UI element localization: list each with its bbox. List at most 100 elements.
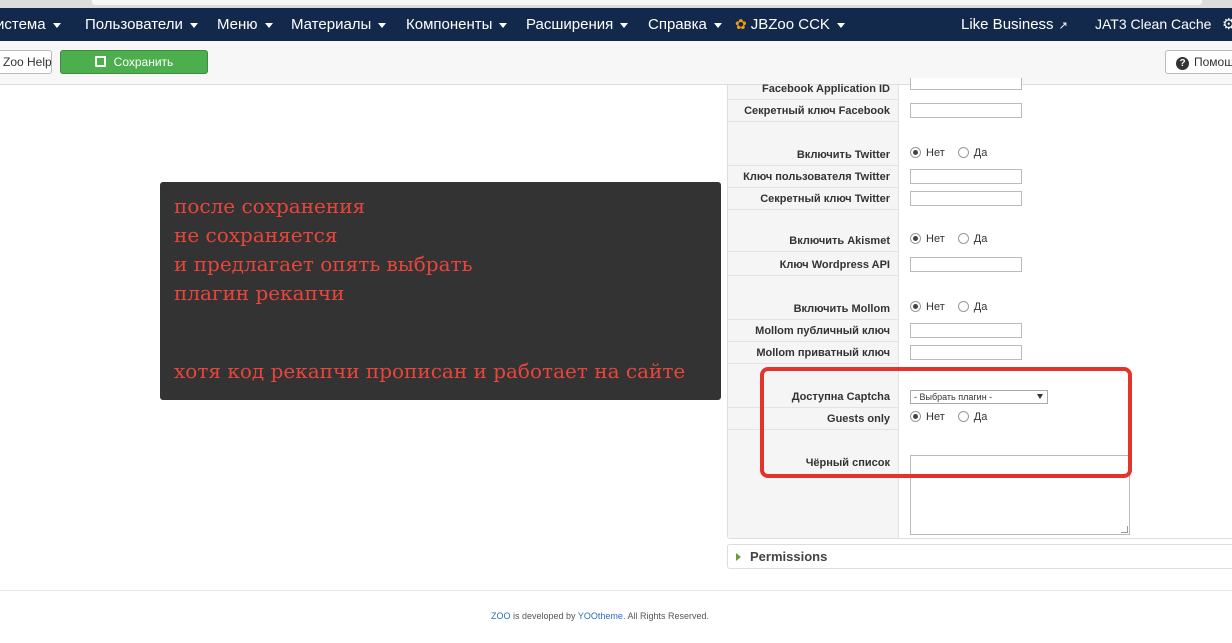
- field-label: Ключ Wordpress API: [779, 259, 890, 271]
- note-line: и предлагает опять выбрать: [174, 252, 473, 276]
- annotation-note: после сохранения не сохраняется и предла…: [160, 182, 721, 400]
- footer-text: is developed by: [510, 611, 578, 621]
- form-row-twitter-enable: Включить Twitter Нет Да: [728, 144, 1232, 166]
- radio-label: Нет: [926, 301, 945, 313]
- nav-menu-help[interactable]: Справка: [648, 8, 722, 41]
- triangle-right-icon: [736, 553, 741, 561]
- radio-label: Да: [973, 233, 988, 245]
- radio-label: Да: [973, 147, 988, 159]
- nav-settings[interactable]: ⚙: [1222, 8, 1232, 41]
- mollom-private-input[interactable]: [910, 345, 1022, 360]
- nav-menu-users[interactable]: Пользователи: [85, 8, 198, 41]
- nav-site-link[interactable]: Like Business ↗: [961, 8, 1068, 41]
- nav-menu-content[interactable]: Материалы: [291, 8, 387, 41]
- note-line: плагин рекапчи: [174, 281, 345, 305]
- address-bar[interactable]: [92, 0, 1202, 5]
- field-label: Facebook Application ID: [762, 83, 890, 95]
- nav-label: Компоненты: [406, 16, 493, 33]
- edit-icon: [94, 56, 106, 67]
- zoo-help-button[interactable]: Zoo Help: [0, 50, 52, 74]
- form-row-twitter-secret: Секретный ключ Twitter: [728, 188, 1232, 210]
- radio-no[interactable]: [910, 301, 921, 312]
- permissions-label: Permissions: [750, 549, 828, 564]
- nav-label: Пользователи: [85, 16, 183, 33]
- facebook-app-id-input[interactable]: [910, 78, 1022, 90]
- question-icon: ?: [1176, 57, 1189, 70]
- nav-label: Расширения: [526, 16, 614, 33]
- nav-label: JAT3 Clean Cache: [1095, 16, 1212, 32]
- save-button[interactable]: Сохранить: [60, 50, 208, 74]
- highlight-rectangle: [760, 367, 1132, 478]
- note-line: хотя код рекапчи прописан и работает на …: [174, 359, 686, 383]
- yootheme-link[interactable]: YOOtheme: [578, 611, 623, 621]
- admin-navbar: истема Пользователи Меню Материалы Компо…: [0, 8, 1232, 41]
- form-row-akismet-enable: Включить Akismet Нет Да: [728, 230, 1232, 252]
- gear-icon: ⚙: [1222, 16, 1232, 33]
- form-row-twitter-user-key: Ключ пользователя Twitter: [728, 166, 1232, 188]
- button-label: Сохранить: [113, 55, 174, 69]
- mollom-radio-group: Нет Да: [910, 296, 997, 318]
- nav-label: Материалы: [291, 16, 372, 33]
- caret-down-icon: [189, 22, 198, 28]
- help-button[interactable]: ? Помощ: [1165, 50, 1232, 74]
- mollom-public-input[interactable]: [910, 323, 1022, 338]
- field-label: Mollom публичный ключ: [755, 325, 890, 337]
- form-row-wordpress-api: Ключ Wordpress API: [728, 254, 1232, 276]
- facebook-secret-input[interactable]: [910, 103, 1022, 118]
- field-label: Ключ пользователя Twitter: [743, 171, 890, 183]
- nav-label: Меню: [217, 16, 258, 33]
- caret-down-icon: [620, 22, 629, 28]
- form-row-facebook-secret: Секретный ключ Facebook: [728, 100, 1232, 122]
- button-label: Помощ: [1194, 55, 1232, 69]
- radio-label: Нет: [926, 233, 945, 245]
- field-label: Включить Twitter: [796, 149, 890, 161]
- resize-handle-icon[interactable]: [1121, 526, 1128, 533]
- button-label: Zoo Help: [3, 55, 52, 69]
- browser-top-strip: [0, 0, 1232, 8]
- radio-label: Да: [973, 301, 988, 313]
- akismet-radio-group: Нет Да: [910, 228, 997, 250]
- permissions-panel-toggle[interactable]: Permissions: [727, 544, 1232, 569]
- nav-menu-menus[interactable]: Меню: [217, 8, 273, 41]
- field-label: Mollom приватный ключ: [756, 347, 890, 359]
- nav-clean-cache[interactable]: JAT3 Clean Cache: [1095, 8, 1211, 41]
- nav-label: Like Business: [961, 16, 1054, 33]
- flame-icon: ✿: [735, 16, 747, 32]
- radio-no[interactable]: [910, 233, 921, 244]
- nav-menu-system[interactable]: истема: [0, 8, 61, 41]
- field-label: Секретный ключ Twitter: [760, 193, 890, 205]
- nav-label: JBZoo CCK: [750, 16, 830, 33]
- form-row-mollom-private: Mollom приватный ключ: [728, 342, 1232, 364]
- note-line: не сохраняется: [174, 223, 338, 247]
- footer-divider: [0, 590, 1232, 591]
- radio-label: Нет: [926, 147, 945, 159]
- nav-menu-jbzoo[interactable]: ✿ JBZoo CCK: [735, 8, 845, 41]
- nav-menu-extensions[interactable]: Расширения: [526, 8, 629, 41]
- caret-down-icon: [499, 22, 508, 28]
- nav-label: Справка: [648, 16, 707, 33]
- nav-menu-components[interactable]: Компоненты: [406, 8, 508, 41]
- radio-no[interactable]: [910, 147, 921, 158]
- twitter-user-key-input[interactable]: [910, 169, 1022, 184]
- caret-down-icon: [378, 22, 387, 28]
- caret-down-icon: [264, 22, 273, 28]
- form-row-mollom-public: Mollom публичный ключ: [728, 320, 1232, 342]
- wordpress-api-input[interactable]: [910, 257, 1022, 272]
- form-row-facebook-app-id: Facebook Application ID: [728, 78, 1232, 100]
- radio-yes[interactable]: [957, 233, 969, 244]
- twitter-radio-group: Нет Да: [910, 142, 997, 164]
- external-link-icon: ↗: [1058, 20, 1068, 32]
- form-row-mollom-enable: Включить Mollom Нет Да: [728, 298, 1232, 320]
- caret-down-icon: [52, 22, 61, 28]
- radio-yes[interactable]: [957, 147, 969, 158]
- field-label: Включить Akismet: [789, 235, 890, 247]
- caret-down-icon: [713, 22, 722, 28]
- footer: ZOO is developed by YOOtheme. All Rights…: [0, 611, 1200, 621]
- field-label: Включить Mollom: [793, 303, 890, 315]
- note-line: после сохранения: [174, 194, 366, 218]
- footer-text: . All Rights Reserved.: [622, 611, 709, 621]
- radio-yes[interactable]: [957, 301, 969, 312]
- field-label: Секретный ключ Facebook: [744, 105, 890, 117]
- twitter-secret-input[interactable]: [910, 191, 1022, 206]
- zoo-link[interactable]: ZOO: [491, 611, 511, 621]
